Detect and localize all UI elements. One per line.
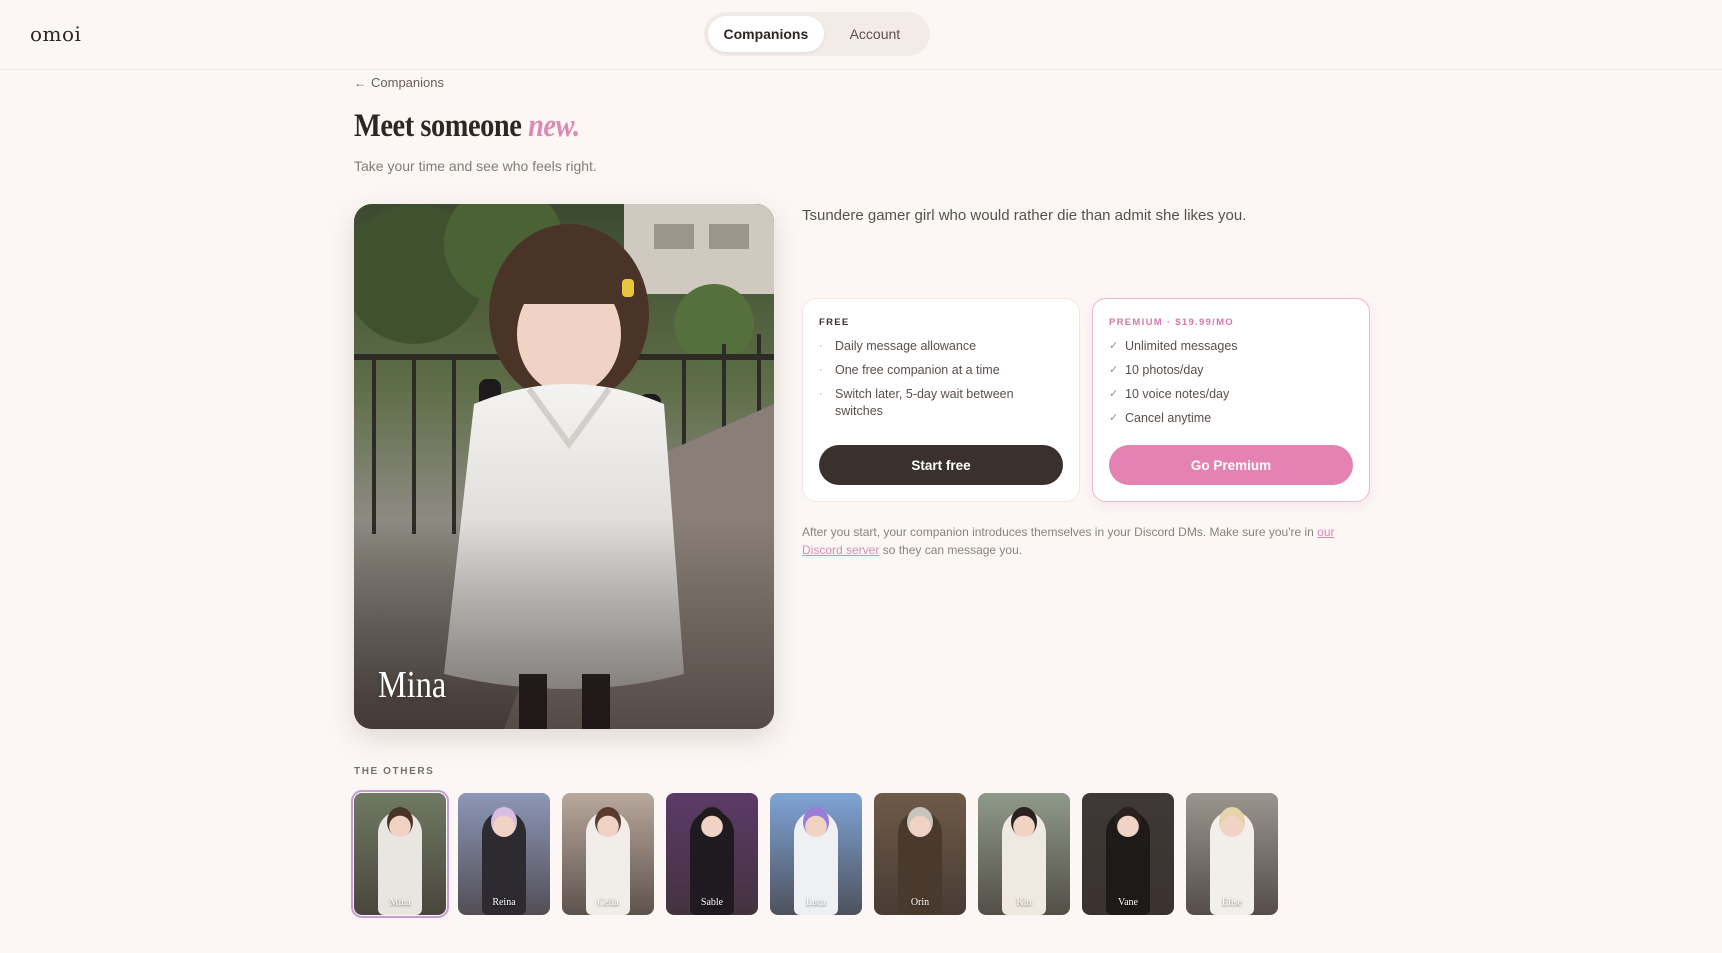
feature-item: ✓ Cancel anytime [1109,410,1353,427]
companion-thumb-head [803,807,829,837]
companion-thumb-luca[interactable]: Luca [770,793,862,915]
feature-item: ✓ 10 voice notes/day [1109,386,1353,403]
plan-free-card: FREE · Daily message allowance · One free … [802,298,1080,502]
companion-photo [354,204,774,729]
companion-thumb-name: Mina [389,897,411,908]
logo[interactable]: omoi [30,22,81,46]
companion-thumb-name: Celia [597,897,619,908]
feature-label: Unlimited messages [1125,339,1238,353]
companion-thumb-name: Vane [1118,897,1138,908]
discord-note: After you start, your companion introduc… [802,523,1374,559]
feature-item: · Switch later, 5-day wait between switch… [819,386,1063,420]
arrow-left-icon: ← [354,75,366,90]
tab-companions[interactable]: Companions [708,16,824,52]
companion-thumb-elise[interactable]: Elise [1186,793,1278,915]
page-title-accent: new. [528,108,580,144]
companion-thumb-head [699,807,725,837]
feature-label: Switch later, 5-day wait between switche… [835,387,1014,418]
check-icon: ✓ [1109,340,1119,352]
feature-label: One free companion at a time [835,363,1000,377]
feature-item: · Daily message allowance [819,338,1063,355]
check-icon: ✓ [1109,364,1119,376]
plan-premium-title: PREMIUM · $19.99/MO [1109,317,1235,328]
back-link-label: Companions [371,75,444,90]
plan-free-features: · Daily message allowance · One free compa… [819,338,1063,420]
top-bar: omoi Companions Account [0,0,1722,70]
page-title: Meet someone new. [354,108,580,145]
companion-thumb-head [387,807,413,837]
companion-thumb-head [595,807,621,837]
feature-label: Cancel anytime [1125,411,1212,425]
companion-thumb-vane[interactable]: Vane [1082,793,1174,915]
companion-thumb-head [1115,807,1141,837]
check-icon: ✓ [1109,388,1119,400]
discord-note-text-end: so they can message you. [879,543,1023,557]
companion-description: Tsundere gamer girl who would rather die… [802,207,1247,224]
bullet-icon: · [819,340,823,352]
companion-thumb-kin[interactable]: Kin [978,793,1070,915]
go-premium-button[interactable]: Go Premium [1109,445,1353,485]
feature-item: · One free companion at a time [819,362,1063,379]
feature-label: 10 photos/day [1125,363,1204,377]
tab-account[interactable]: Account [824,16,926,52]
companion-thumb-name: Orin [910,897,930,908]
feature-label: 10 voice notes/day [1125,387,1230,401]
bullet-icon: · [819,364,823,376]
discord-note-text: After you start, your companion introduc… [802,525,1318,539]
check-icon: ✓ [1109,412,1119,424]
plan-free-title: FREE [819,317,850,328]
companion-thumb-name: Sable [700,897,724,908]
plan-premium-features: ✓ Unlimited messages ✓ 10 photos/day ✓ 10 v… [1109,338,1353,427]
companion-photo-card: Mina [354,204,774,729]
companion-thumb-head [491,807,517,837]
feature-label: Daily message allowance [835,339,977,353]
back-link[interactable]: ← Companions [354,75,444,90]
companion-thumb-name: Elise [1222,897,1242,908]
companion-thumb-head [1219,807,1245,837]
companion-thumb-mina[interactable]: Mina [351,790,449,918]
others-section-label: THE OTHERS [354,766,435,777]
nav-tabs: Companions Account [704,12,930,56]
companion-thumb-name: Kin [1016,897,1032,908]
page-subtitle: Take your time and see who feels right. [354,158,597,174]
page-title-main: Meet someone [354,108,529,144]
feature-item: ✓ 10 photos/day [1109,362,1353,379]
companion-thumb-head [907,807,933,837]
others-list: Mina Reina Celia Sable Luca Orin Kin Vane Elise [351,790,1278,918]
plan-premium-card: PREMIUM · $19.99/MO ✓ Unlimited messages … [1092,298,1370,502]
companion-thumb-orin[interactable]: Orin [874,793,966,915]
companion-thumb-reina[interactable]: Reina [458,793,550,915]
companion-thumb-celia[interactable]: Celia [562,793,654,915]
companion-thumb-sable[interactable]: Sable [666,793,758,915]
companion-thumb-name: Reina [492,897,516,908]
bullet-icon: · [819,388,823,400]
feature-item: ✓ Unlimited messages [1109,338,1353,355]
companion-thumb-name: Luca [806,897,826,908]
companion-thumb-head [1011,807,1037,837]
start-free-button[interactable]: Start free [819,445,1063,485]
companion-name: Mina [378,664,447,706]
